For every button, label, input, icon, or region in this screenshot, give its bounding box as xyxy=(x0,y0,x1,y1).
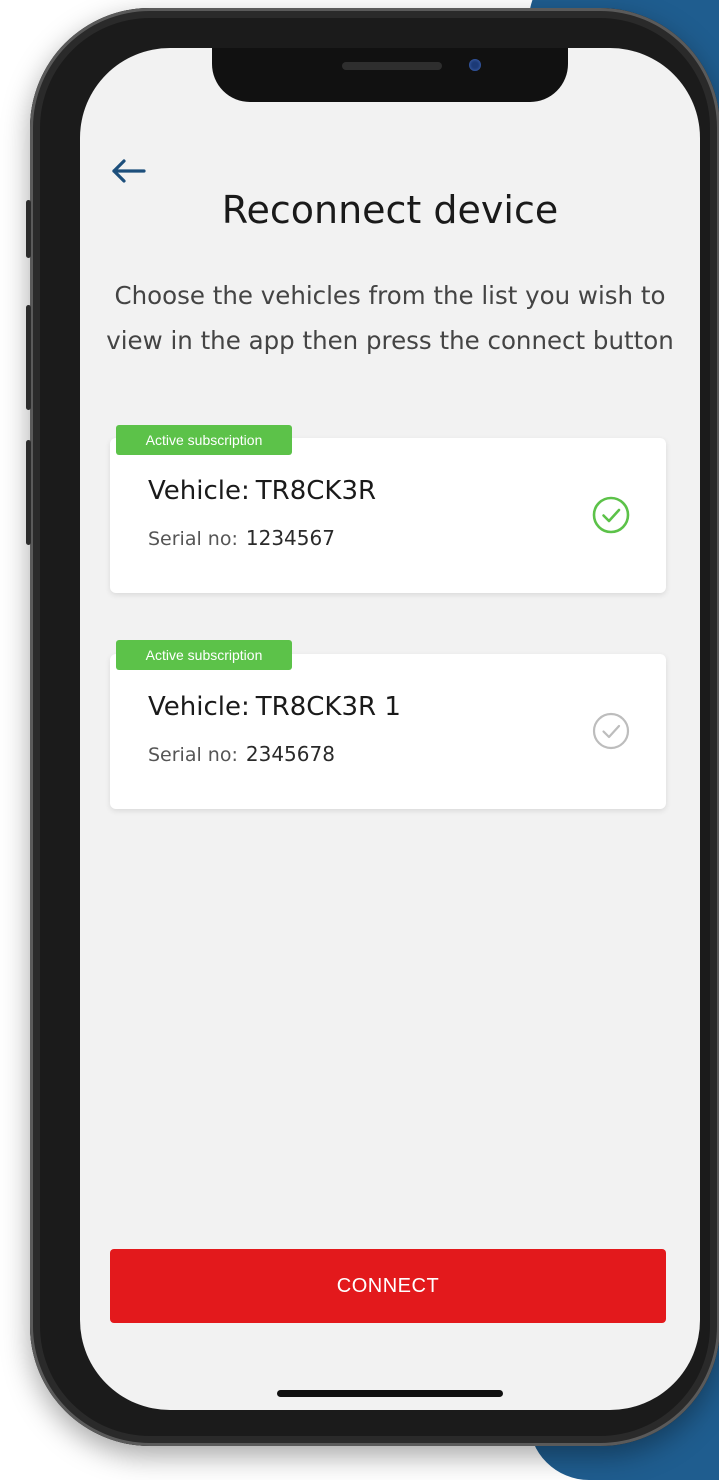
page-title: Reconnect device xyxy=(221,188,559,232)
volume-down-button xyxy=(26,440,31,545)
serial-value: 2345678 xyxy=(245,742,335,766)
vehicle-name: TR8CK3R 1 xyxy=(255,692,401,722)
arrow-left-icon xyxy=(112,159,146,183)
serial-value: 1234567 xyxy=(245,526,335,550)
subscription-badge: Active subscription xyxy=(116,640,292,670)
vehicle-line: Vehicle: TR8CK3R xyxy=(148,476,376,506)
serial-line: Serial no: 1234567 xyxy=(148,526,335,550)
vehicle-card[interactable]: Vehicle: TR8CK3R Serial no: 1234567 xyxy=(110,438,666,593)
volume-up-button xyxy=(26,305,31,410)
check-circle-icon[interactable] xyxy=(592,496,630,534)
front-camera xyxy=(469,59,481,71)
page-subtitle: Choose the vehicles from the list you wi… xyxy=(106,281,674,355)
serial-label: Serial no: xyxy=(148,744,238,766)
connect-button[interactable]: CONNECT xyxy=(110,1249,666,1323)
vehicle-label: Vehicle: xyxy=(148,692,250,722)
subscription-badge: Active subscription xyxy=(116,425,292,455)
serial-label: Serial no: xyxy=(148,528,238,550)
vehicle-card[interactable]: Vehicle: TR8CK3R 1 Serial no: 2345678 xyxy=(110,654,666,809)
back-button[interactable] xyxy=(110,153,150,189)
speaker-grille xyxy=(342,62,442,70)
app-screen: Reconnect device Choose the vehicles fro… xyxy=(80,48,700,1410)
vehicle-name: TR8CK3R xyxy=(255,476,377,506)
mute-switch xyxy=(26,200,31,258)
vehicle-line: Vehicle: TR8CK3R 1 xyxy=(148,692,401,722)
phone-notch xyxy=(212,48,568,102)
serial-line: Serial no: 2345678 xyxy=(148,742,335,766)
home-indicator xyxy=(277,1390,503,1397)
check-circle-icon[interactable] xyxy=(592,712,630,750)
vehicle-label: Vehicle: xyxy=(148,476,250,506)
